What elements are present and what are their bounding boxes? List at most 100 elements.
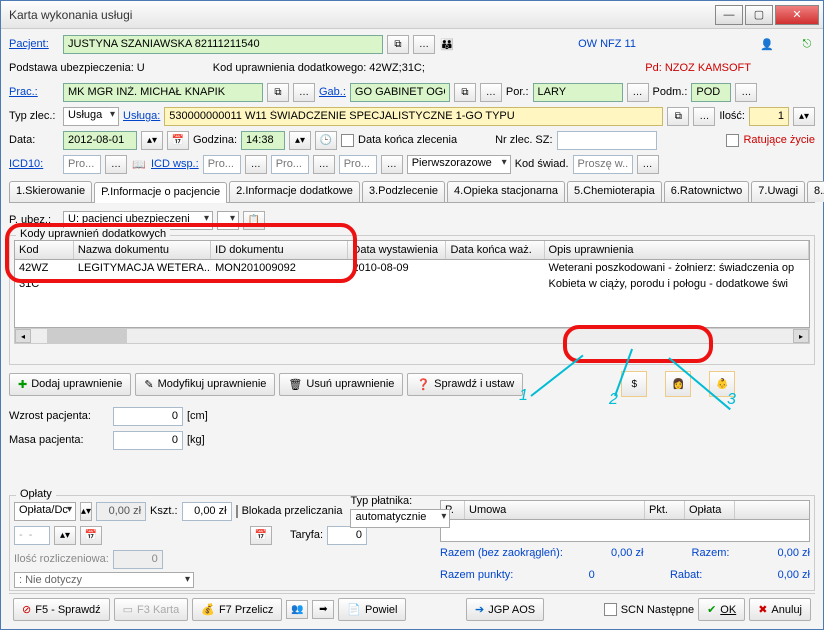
calendar2-icon[interactable]: 📅 [250,526,272,545]
usluga-popup[interactable]: ⧉ [667,107,689,126]
f5-sprawdz-button[interactable]: ⊘F5 - Sprawdź [13,598,110,621]
usluga-input[interactable] [164,107,663,126]
pubez-extra-select[interactable] [217,211,239,230]
icdwsp-label[interactable]: ICD wsp.: [151,158,199,170]
pregnancy-icon[interactable]: 👩 [665,371,691,397]
table-row[interactable]: 42WZLEGITYMACJA WETERA...MON201009092201… [15,260,809,276]
icdwsp1-more[interactable]: … [245,155,267,174]
kszt-input[interactable] [182,502,232,521]
col-header[interactable]: Umowa [465,501,645,519]
addperson-icon[interactable]: 👥 [286,600,308,619]
icd10-input[interactable] [63,155,101,174]
pacjent-input[interactable] [63,35,383,54]
pubez-select[interactable]: U: pacjenci ubezpieczeni [63,211,213,230]
wzrost-input[interactable] [113,407,183,426]
group-icon[interactable]: 👪 [439,36,455,52]
ok-button[interactable]: ✔OK [698,598,745,621]
anuluj-button[interactable]: ✖Anuluj [749,598,811,621]
gab-popup[interactable]: ⧉ [454,83,476,102]
godzina-spinner[interactable]: ▴▾ [289,131,311,150]
typplat-select[interactable]: automatycznie [350,509,450,528]
scroll-right-icon[interactable]: ▸ [793,329,809,343]
table-row[interactable]: 31CKobieta w ciąży, porodu i połogu - do… [15,276,809,292]
oplatado-select[interactable]: Opłata/Dc [14,502,76,521]
prac-label[interactable]: Prac.: [9,86,59,98]
kodsw-input[interactable] [573,155,633,174]
sprawdz-ustaw-button[interactable]: ❓Sprawdź i ustaw [407,373,523,396]
pubez-copy-icon[interactable]: 📋 [243,211,265,230]
tab-1[interactable]: P.Informacje o pacjencie [94,182,227,203]
tab-5[interactable]: 5.Chemioterapia [567,181,662,202]
por-input[interactable] [533,83,623,102]
gab-label[interactable]: Gab.: [319,86,346,98]
prac-popup[interactable]: ⧉ [267,83,289,102]
scn-check[interactable] [604,603,617,616]
blokada-check[interactable] [236,505,238,518]
col-header[interactable]: ID dokumentu [211,241,348,259]
tab-0[interactable]: 1.Skierowanie [9,181,92,202]
typzlec-select[interactable]: Usługa [63,107,119,126]
pacjent-label[interactable]: Pacjent: [9,38,59,50]
dodaj-button[interactable]: ✚Dodaj uprawnienie [9,373,131,396]
godzina-clock-icon[interactable]: 🕒 [315,131,337,150]
ratujace-checkbox[interactable] [726,134,739,147]
icdwsp1-input[interactable] [203,155,241,174]
book-icon[interactable]: 📖 [131,156,147,172]
data-input[interactable] [63,131,137,150]
baby-icon[interactable]: 👶 [709,371,735,397]
datakonca-checkbox[interactable] [341,134,354,147]
podm-input[interactable] [691,83,731,102]
icd10-label[interactable]: ICD10: [9,158,59,170]
col-header[interactable]: Opłata [685,501,735,519]
scroll-left-icon[interactable]: ◂ [15,329,31,343]
col-header[interactable]: Opis uprawnienia [545,241,809,259]
icdwsp3-more[interactable]: … [381,155,403,174]
gab-input[interactable] [350,83,450,102]
dollar-icon[interactable]: $ [621,371,647,397]
pacjent-more-button[interactable]: … [413,35,435,54]
maximize-button[interactable]: ▢ [745,5,773,25]
icdwsp2-more[interactable]: … [313,155,335,174]
pacjent-popup-button[interactable]: ⧉ [387,35,409,54]
data-calendar-icon[interactable]: 📅 [167,131,189,150]
col-header[interactable]: Kod [15,241,74,259]
pierwsz-select[interactable]: Pierwszorazowe [407,155,511,174]
icdwsp3-input[interactable] [339,155,377,174]
date-small-input[interactable] [14,526,50,545]
jgp-aos-button[interactable]: ➔JGP AOS [466,598,544,621]
prac-input[interactable] [63,83,263,102]
powiel-button[interactable]: 📄Powiel [338,598,406,621]
ilosc-input[interactable] [749,107,789,126]
grid-hscroll[interactable]: ◂ ▸ [14,328,810,344]
usluga-more[interactable]: … [693,107,715,126]
minimize-button[interactable]: — [715,5,743,25]
arrow-icon[interactable]: ➡ [312,600,334,619]
gab-more[interactable]: … [480,83,502,102]
col-header[interactable]: Data końca waż. [446,241,544,259]
tab-4[interactable]: 4.Opieka stacjonarna [447,181,565,202]
date-small-cal-icon[interactable]: 📅 [80,526,102,545]
date-small-spin[interactable]: ▴▾ [54,526,76,545]
icdwsp2-input[interactable] [271,155,309,174]
taryfa-input[interactable] [327,526,367,545]
col-header[interactable]: Nazwa dokumentu [74,241,211,259]
nrzlec-input[interactable] [557,131,657,150]
tab-3[interactable]: 3.Podzlecenie [362,181,445,202]
oplatado-spin[interactable]: ▴▾ [80,502,92,521]
tab-7[interactable]: 7.Uwagi [751,181,805,202]
close-button[interactable]: ✕ [775,5,819,25]
usun-button[interactable]: 🗑Usuń uprawnienie [279,373,403,396]
prac-more[interactable]: … [293,83,315,102]
tab-6[interactable]: 6.Ratownictwo [664,181,750,202]
godzina-input[interactable] [241,131,285,150]
f7-przelicz-button[interactable]: 💰F7 Przelicz [192,598,282,621]
usluga-label[interactable]: Usługa: [123,110,160,122]
modyfikuj-button[interactable]: ✎Modyfikuj uprawnienie [135,373,275,396]
tab-2[interactable]: 2.Informacje dodatkowe [229,181,360,202]
niedotyczy-select[interactable]: : Nie dotyczy [14,572,194,588]
kodsw-more[interactable]: … [637,155,659,174]
data-spinner[interactable]: ▴▾ [141,131,163,150]
podm-more[interactable]: … [735,83,757,102]
col-header[interactable]: Pkt. [645,501,685,519]
patient-icon[interactable]: 👤 [759,36,775,52]
